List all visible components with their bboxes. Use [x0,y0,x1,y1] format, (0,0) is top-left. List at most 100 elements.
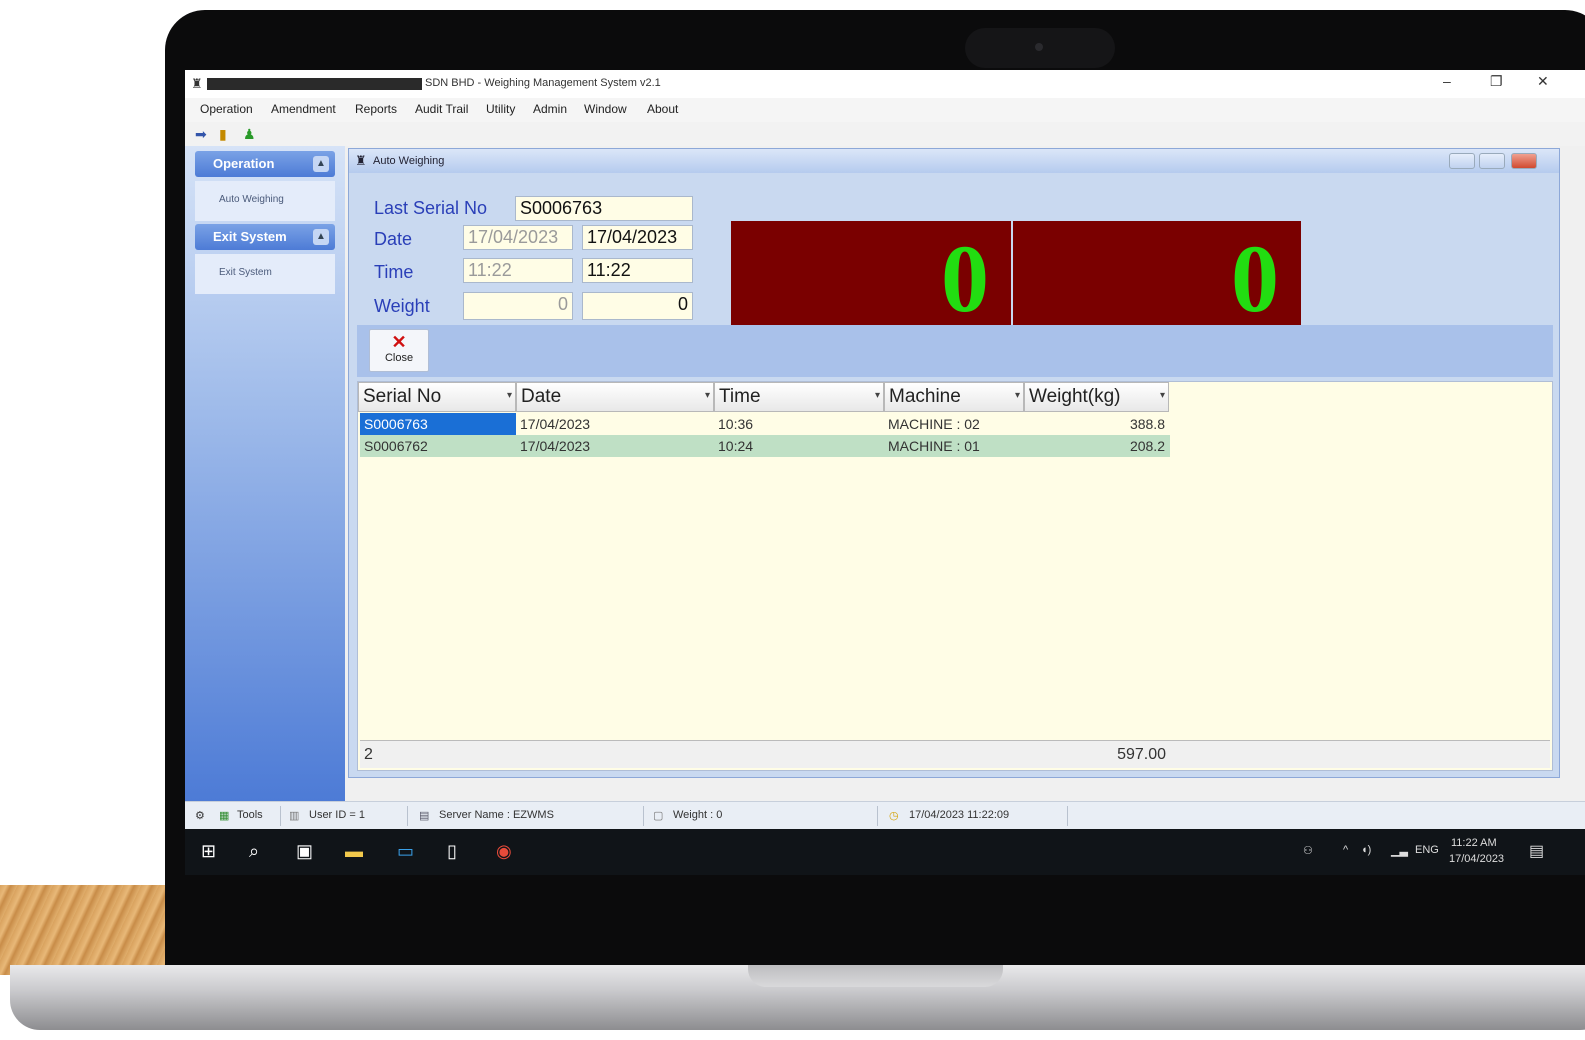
minimize-button[interactable]: – [1443,73,1451,89]
taskbar-date[interactable]: 17/04/2023 [1449,853,1504,865]
people-icon[interactable]: ⚇ [1303,844,1313,857]
window-title: SDN BHD - Weighing Management System v2.… [425,77,661,89]
menu-operation[interactable]: Operation [200,102,253,116]
column-header-weight[interactable]: Weight(kg) ▾ [1024,382,1169,412]
auto-weighing-window: ♜ Auto Weighing Last Serial No S0006763 … [348,148,1560,778]
network-icon[interactable]: ▁▃ [1391,844,1408,857]
command-bar: ✕ Close [357,325,1553,377]
taskbar-time[interactable]: 11:22 AM [1451,837,1497,849]
menu-window[interactable]: Window [584,102,627,116]
status-divider [1067,806,1068,826]
status-divider [643,806,644,826]
webcam [965,28,1115,68]
tools-icon[interactable]: ▦ [219,809,229,822]
cell-time[interactable]: 10:36 [714,413,884,435]
app-titlebar: ♜ SDN BHD - Weighing Management System v… [185,70,1585,98]
filter-dropdown-icon[interactable]: ▾ [875,390,880,401]
column-header-machine[interactable]: Machine ▾ [884,382,1024,412]
column-header-serial-no[interactable]: Serial No ▾ [358,382,516,412]
user-icon: ▥ [289,810,300,822]
cell-date[interactable]: 17/04/2023 [516,413,714,435]
column-header-date[interactable]: Date ▾ [516,382,714,412]
cell-weight[interactable]: 208.2 [1024,435,1169,457]
filter-dropdown-icon[interactable]: ▾ [705,390,710,401]
notification-icon[interactable]: ▤ [1529,841,1544,861]
chrome-icon[interactable]: ◉ [496,841,512,862]
cell-date[interactable]: 17/04/2023 [516,435,714,457]
status-divider [877,806,878,826]
sidebar-item-auto-weighing[interactable]: Auto Weighing [195,181,335,221]
child-window-title: Auto Weighing [373,155,445,167]
status-user: User ID = 1 [309,809,365,821]
cell-serial-no[interactable]: S0006763 [360,413,516,435]
filter-dropdown-icon[interactable]: ▾ [1160,390,1165,401]
time-label: Time [374,262,414,282]
app-window-icon[interactable]: ▭ [397,841,414,862]
language-indicator[interactable]: ENG [1415,844,1439,856]
close-icon: ✕ [391,332,407,352]
weighing-form: Last Serial No S0006763 Date 17/04/2023 … [357,179,1553,349]
weight-previous-field: 0 [463,292,573,320]
menu-amendment[interactable]: Amendment [271,102,336,116]
restore-button[interactable]: ❐ [1490,73,1503,90]
footer-weight-total: 597.00 [1117,746,1166,763]
menu-admin[interactable]: Admin [533,102,567,116]
column-header-time[interactable]: Time ▾ [714,382,884,412]
photo-stage: ♜ SDN BHD - Weighing Management System v… [0,0,1585,1040]
status-bar: ⚙ ▦ Tools ▥ User ID = 1 ▤ Server Name : … [185,801,1585,829]
cell-weight[interactable]: 388.8 [1024,413,1169,435]
menu-audit-trail[interactable]: Audit Trail [415,102,468,116]
weight-current-field[interactable]: 0 [582,292,693,320]
filter-dropdown-icon[interactable]: ▾ [507,390,512,401]
cell-time[interactable]: 10:24 [714,435,884,457]
cell-machine[interactable]: MACHINE : 02 [884,413,1024,435]
date-previous-field: 17/04/2023 [463,225,573,250]
filter-dropdown-icon[interactable]: ▾ [1015,390,1020,401]
status-server: Server Name : EZWMS [439,809,554,821]
date-current-field[interactable]: 17/04/2023 [582,225,693,250]
app-icon: ♜ [191,76,203,91]
close-window-button[interactable]: ✕ [1537,73,1549,90]
volume-icon[interactable]: ◖) [1361,844,1371,856]
menu-about[interactable]: About [647,102,678,116]
sidebar-group-operation[interactable]: Operation ▲ [195,151,335,177]
child-minimize-button[interactable] [1449,153,1475,169]
app-icon: ♜ [355,153,367,168]
door-icon[interactable]: ▮ [219,126,227,143]
settings-icon[interactable]: ⚙ [195,809,205,822]
column-header-label: Serial No [363,386,442,407]
laptop-notch [748,965,1003,987]
menu-utility[interactable]: Utility [486,102,515,116]
server-icon: ▤ [419,810,430,822]
chevron-up-icon[interactable]: ▲ [313,156,329,172]
person-icon[interactable]: ♟ [243,126,256,143]
column-header-label: Weight(kg) [1029,386,1121,407]
child-close-button[interactable] [1511,153,1537,169]
table-row[interactable]: S0006763 17/04/2023 10:36 MACHINE : 02 3… [360,413,1170,435]
child-titlebar: ♜ Auto Weighing [349,149,1559,173]
time-previous-field: 11:22 [463,258,573,283]
status-divider [407,806,408,826]
search-icon[interactable]: ⌕ [249,841,259,862]
document-icon[interactable]: ▯ [447,841,457,862]
cell-machine[interactable]: MACHINE : 01 [884,435,1024,457]
table-row[interactable]: S0006762 17/04/2023 10:24 MACHINE : 01 2… [360,435,1170,457]
tools-dropdown[interactable]: Tools [237,809,263,821]
windows-start-icon[interactable]: ⊞ [201,841,216,862]
task-view-icon[interactable]: ▣ [296,841,313,862]
weighing-records-grid: Serial No ▾ Date ▾ Time ▾ Machine ▾ Weig… [357,381,1553,771]
cell-serial-no[interactable]: S0006762 [360,435,516,457]
menu-reports[interactable]: Reports [355,102,397,116]
chevron-up-icon[interactable]: ^ [1343,844,1348,856]
last-serial-field[interactable]: S0006763 [515,196,693,221]
close-button[interactable]: ✕ Close [369,329,429,372]
sidebar-item-exit-system[interactable]: Exit System [195,254,335,294]
arrow-icon[interactable]: ➡ [195,126,207,143]
child-maximize-button[interactable] [1479,153,1505,169]
sidebar-group-exit-system[interactable]: Exit System ▲ [195,224,335,250]
chevron-up-icon[interactable]: ▲ [313,229,329,245]
sidebar-group-label: Exit System [213,229,287,244]
file-explorer-icon[interactable]: ▬ [345,841,363,862]
time-current-field[interactable]: 11:22 [582,258,693,283]
column-header-label: Time [719,386,761,407]
